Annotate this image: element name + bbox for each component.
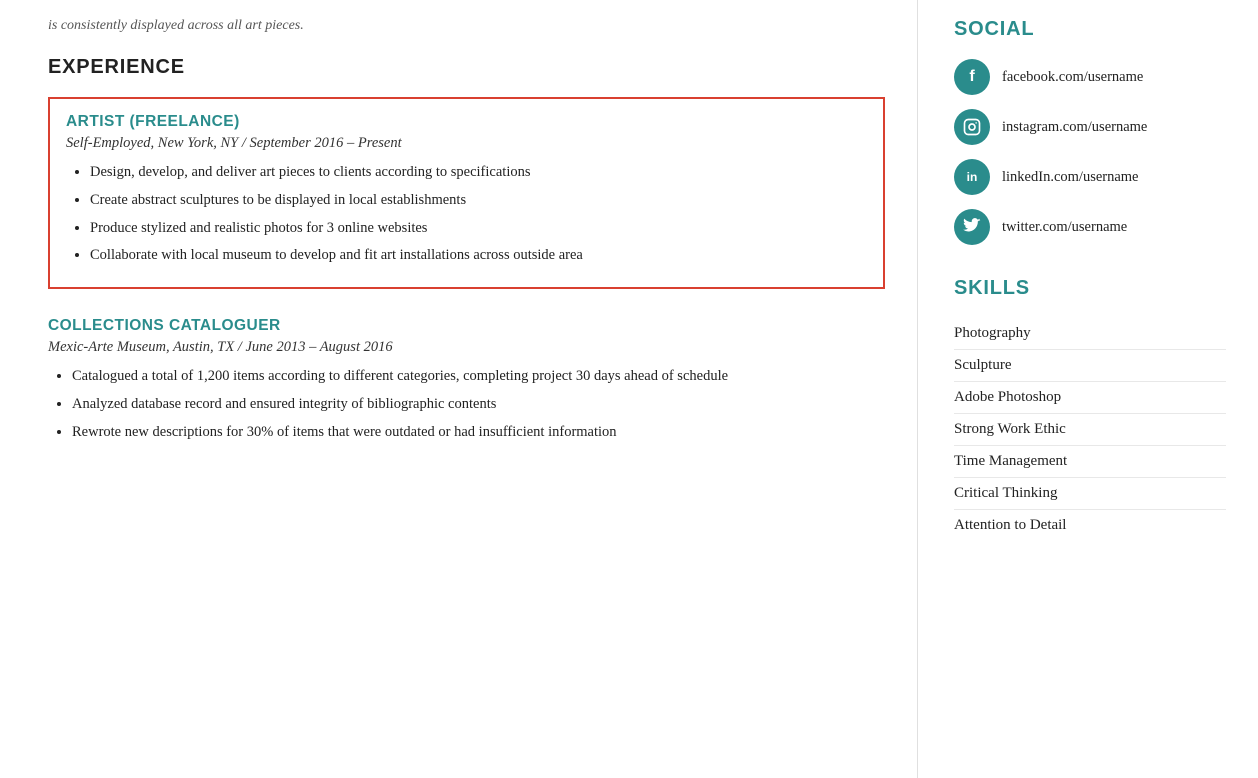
bullet-list-cataloguer: Catalogued a total of 1,200 items accord… (48, 366, 885, 443)
skill-item: Critical Thinking (954, 478, 1226, 510)
social-list: f facebook.com/username instagram.com/us… (954, 59, 1226, 245)
skill-item: Adobe Photoshop (954, 382, 1226, 414)
bullet-list-artist: Design, develop, and deliver art pieces … (66, 162, 867, 267)
skills-list: Photography Sculpture Adobe Photoshop St… (954, 318, 1226, 541)
skill-item: Photography (954, 318, 1226, 350)
left-column: is consistently displayed across all art… (0, 0, 918, 778)
list-item: Collaborate with local museum to develop… (90, 245, 867, 267)
linkedin-link: linkedIn.com/username (1002, 169, 1139, 186)
list-item: Analyzed database record and ensured int… (72, 394, 885, 416)
job-subtitle-artist: Self-Employed, New York, NY / September … (66, 135, 867, 152)
resume-page: is consistently displayed across all art… (0, 0, 1258, 778)
list-item: Rewrote new descriptions for 30% of item… (72, 422, 885, 444)
social-item-instagram: instagram.com/username (954, 109, 1226, 145)
instagram-icon (954, 109, 990, 145)
list-item: Produce stylized and realistic photos fo… (90, 218, 867, 240)
skill-item: Sculpture (954, 350, 1226, 382)
social-section-title: SOCIAL (954, 18, 1226, 41)
social-item-linkedin: in linkedIn.com/username (954, 159, 1226, 195)
list-item: Catalogued a total of 1,200 items accord… (72, 366, 885, 388)
job-title-cataloguer: COLLECTIONS CATALOGUER (48, 317, 885, 335)
experience-section-title: EXPERIENCE (48, 56, 885, 79)
linkedin-icon: in (954, 159, 990, 195)
facebook-icon: f (954, 59, 990, 95)
right-column: SOCIAL f facebook.com/username instagram… (918, 0, 1258, 778)
twitter-icon (954, 209, 990, 245)
skill-item: Attention to Detail (954, 510, 1226, 541)
job-entry-artist-freelance: ARTIST (FREELANCE) Self-Employed, New Yo… (48, 97, 885, 289)
skill-item: Time Management (954, 446, 1226, 478)
job-subtitle-cataloguer: Mexic-Arte Museum, Austin, TX / June 201… (48, 339, 885, 356)
job-entry-collections-cataloguer: COLLECTIONS CATALOGUER Mexic-Arte Museum… (48, 317, 885, 443)
social-item-twitter: twitter.com/username (954, 209, 1226, 245)
top-note: is consistently displayed across all art… (48, 18, 885, 34)
list-item: Create abstract sculptures to be display… (90, 190, 867, 212)
twitter-link: twitter.com/username (1002, 219, 1127, 236)
list-item: Design, develop, and deliver art pieces … (90, 162, 867, 184)
social-item-facebook: f facebook.com/username (954, 59, 1226, 95)
facebook-link: facebook.com/username (1002, 69, 1143, 86)
instagram-link: instagram.com/username (1002, 119, 1147, 136)
skill-item: Strong Work Ethic (954, 414, 1226, 446)
skills-section-title: SKILLS (954, 277, 1226, 300)
job-title-artist: ARTIST (FREELANCE) (66, 113, 867, 131)
